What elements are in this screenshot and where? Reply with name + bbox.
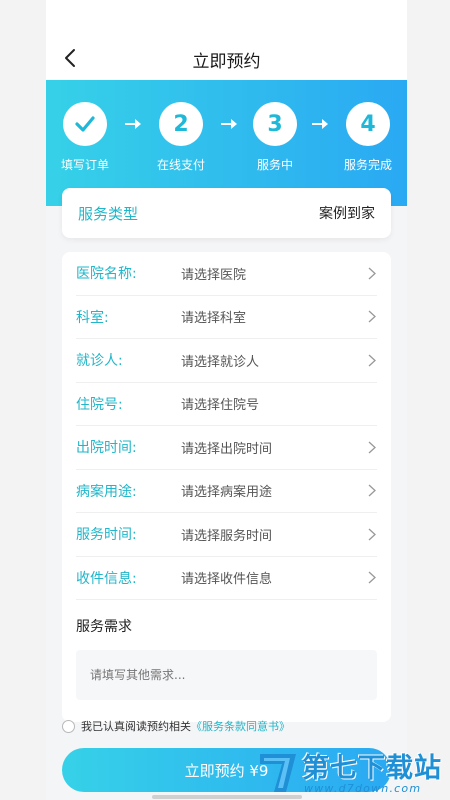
form-row-label: 出院时间: <box>76 440 137 457</box>
service-type-value: 案例到家 <box>319 206 375 222</box>
chevron-right-icon <box>367 527 377 541</box>
agreement-row: 我已认真阅读预约相关 《服务条款同意书》 <box>62 718 290 734</box>
form-row-placeholder: 请选择出院时间 <box>181 441 273 457</box>
step-3-label: 服务中 <box>256 158 293 172</box>
watermark: 第七下载站 www.d7down.com <box>256 744 450 800</box>
navbar: 立即预约 <box>46 0 407 80</box>
form-row-placeholder: 请选择病案用途 <box>181 485 273 501</box>
form-row-placeholder: 请选择收件信息 <box>181 572 273 588</box>
step-in-service: 3 服务中 <box>240 102 310 173</box>
form-row-patient[interactable]: 就诊人: 请选择就诊人 <box>76 339 377 383</box>
step-arrow-icon <box>221 119 237 129</box>
agreement-radio[interactable] <box>62 719 75 733</box>
form-row-placeholder: 请选择医院 <box>181 267 247 283</box>
left-backdrop <box>0 0 46 800</box>
step-2-label: 在线支付 <box>156 158 205 172</box>
step-1-circle <box>63 102 107 146</box>
form-row-label: 收件信息: <box>76 570 137 587</box>
watermark-url: www.d7down.com <box>304 782 422 795</box>
step-1-label: 填写订单 <box>60 158 109 172</box>
checkmark-icon <box>75 116 95 132</box>
form-row-label: 科室: <box>76 309 109 326</box>
form-row-placeholder: 请选择服务时间 <box>181 528 273 544</box>
phone-screen: 立即预约 填写订单 2 在线支付 3 服务中 4 服务完成 服务类型 案例到家 … <box>46 0 407 800</box>
page-title: 立即预约 <box>192 52 261 72</box>
form-row-record-purpose[interactable]: 病案用途: 请选择病案用途 <box>76 470 377 513</box>
chevron-right-icon <box>367 353 377 367</box>
form-row-label: 病案用途: <box>76 483 137 500</box>
chevron-right-icon <box>367 571 377 585</box>
step-2-circle: 2 <box>159 102 203 146</box>
step-service-complete: 4 服务完成 <box>333 102 403 173</box>
form-row-label: 就诊人: <box>76 353 123 370</box>
service-needs-title: 服务需求 <box>76 619 132 635</box>
agreement-link[interactable]: 《服务条款同意书》 <box>191 718 290 734</box>
service-needs-input[interactable] <box>76 650 377 700</box>
form-row-placeholder: 请选择科室 <box>181 311 247 327</box>
chevron-right-icon <box>367 266 377 280</box>
step-4-label: 服务完成 <box>343 158 392 172</box>
form-row-service-time[interactable]: 服务时间: 请选择服务时间 <box>76 513 377 557</box>
step-4-circle: 4 <box>346 102 390 146</box>
form-row-placeholder: 请选择就诊人 <box>181 354 260 370</box>
form-row-label: 医院名称: <box>76 266 137 283</box>
step-fill-order: 填写订单 <box>50 102 120 173</box>
order-form: 医院名称: 请选择医院 科室: 请选择科室 就诊人: 请选择就诊人 住院号: 请… <box>62 252 391 722</box>
form-row-recipient-info[interactable]: 收件信息: 请选择收件信息 <box>76 557 377 600</box>
agreement-text: 我已认真阅读预约相关 <box>81 720 191 733</box>
chevron-right-icon <box>367 440 377 454</box>
form-row-department[interactable]: 科室: 请选择科室 <box>76 296 377 339</box>
step-arrow-icon <box>125 119 141 129</box>
chevron-right-icon <box>367 310 377 324</box>
step-arrow-icon <box>312 119 328 129</box>
form-row-admission-number[interactable]: 住院号: 请选择住院号 <box>76 383 377 426</box>
form-row-label: 住院号: <box>76 396 123 413</box>
chevron-right-icon <box>367 484 377 498</box>
form-row-hospital[interactable]: 医院名称: 请选择医院 <box>76 252 377 296</box>
form-row-placeholder: 请选择住院号 <box>181 398 260 414</box>
service-type-card[interactable]: 服务类型 案例到家 <box>62 188 391 238</box>
form-row-label: 服务时间: <box>76 527 137 544</box>
watermark-logo-icon <box>260 754 296 792</box>
form-row-discharge-time[interactable]: 出院时间: 请选择出院时间 <box>76 426 377 470</box>
step-online-payment: 2 在线支付 <box>146 102 216 173</box>
watermark-name: 第七下载站 <box>302 753 442 784</box>
right-backdrop <box>404 0 450 800</box>
service-type-label: 服务类型 <box>78 204 139 223</box>
step-3-circle: 3 <box>253 102 297 146</box>
